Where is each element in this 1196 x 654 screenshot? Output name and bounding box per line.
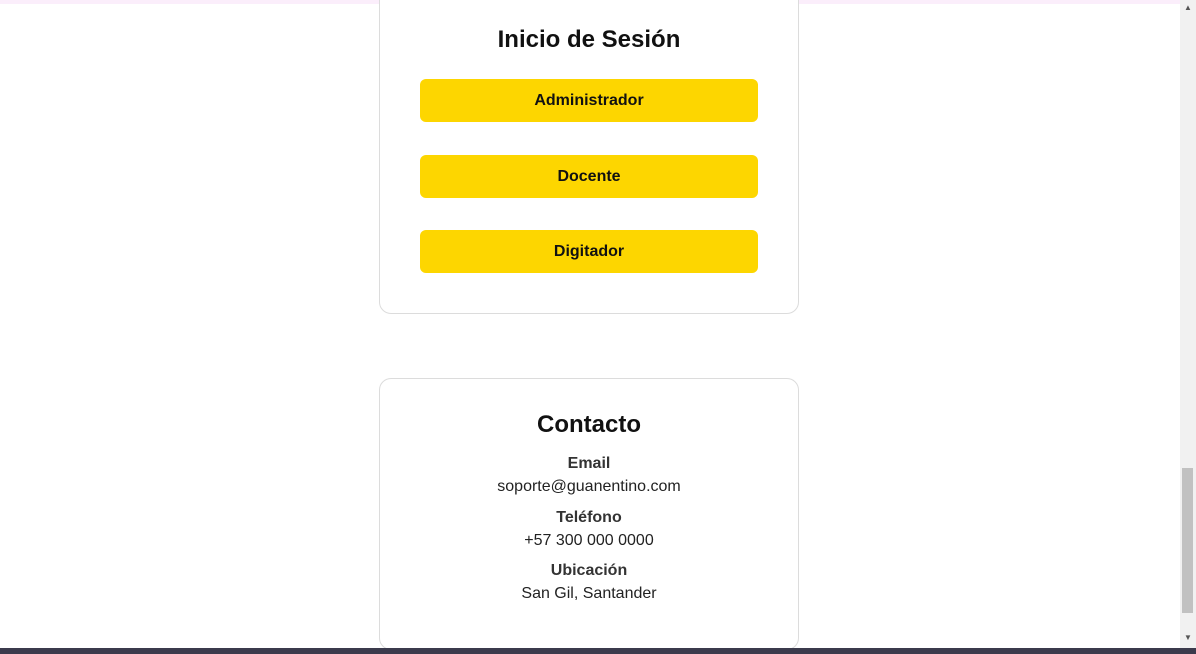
contact-location: Ubicación San Gil, Santander	[380, 561, 798, 604]
contact-title: Contacto	[537, 411, 641, 438]
bottom-window-edge	[0, 648, 1196, 654]
phone-value: +57 300 000 0000	[524, 532, 654, 549]
digitador-button[interactable]: Digitador	[420, 230, 758, 273]
scroll-down-arrow-icon[interactable]: ▼	[1180, 631, 1196, 645]
scroll-up-arrow-icon[interactable]: ▲	[1180, 1, 1196, 15]
administrador-button[interactable]: Administrador	[420, 79, 758, 122]
location-value: San Gil, Santander	[521, 585, 657, 602]
page-viewport: Inicio de Sesión Administrador Docente D…	[0, 0, 1196, 654]
docente-button[interactable]: Docente	[420, 155, 758, 198]
contact-phone: Teléfono +57 300 000 0000	[380, 508, 798, 551]
vertical-scrollbar[interactable]: ▲ ▼	[1180, 0, 1196, 648]
login-title: Inicio de Sesión	[497, 26, 681, 53]
location-label: Ubicación	[550, 562, 628, 579]
contact-email: Email soporte@guanentino.com	[380, 454, 798, 497]
login-card: Inicio de Sesión Administrador Docente D…	[379, 0, 799, 314]
contact-card: Contacto Email soporte@guanentino.com Te…	[379, 378, 799, 650]
email-label: Email	[567, 455, 611, 472]
phone-label: Teléfono	[556, 509, 622, 526]
scrollbar-thumb[interactable]	[1182, 468, 1193, 613]
email-value: soporte@guanentino.com	[497, 478, 681, 495]
